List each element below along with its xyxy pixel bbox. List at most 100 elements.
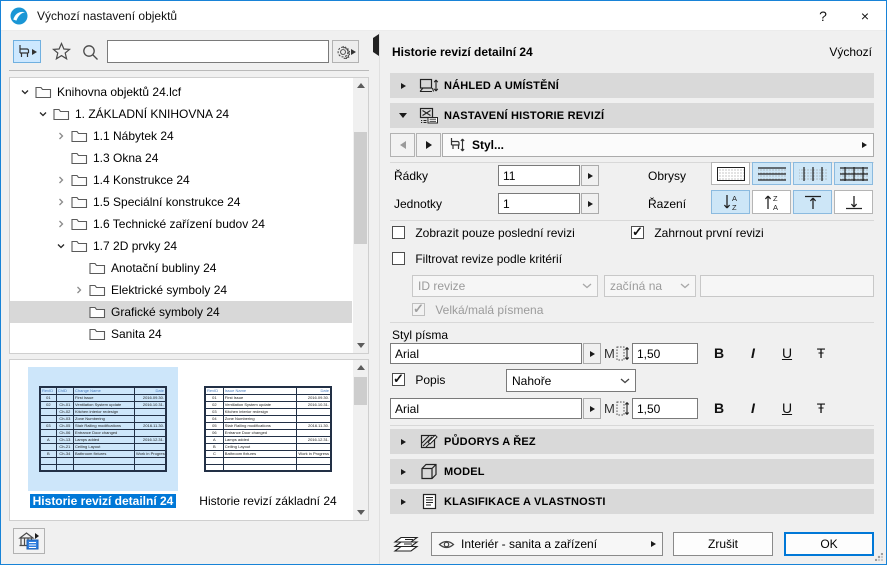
style-selector[interactable]: Styl...	[442, 133, 874, 157]
tree-item[interactable]: Sanita 24	[10, 323, 352, 345]
underline-button[interactable]: U	[775, 343, 799, 363]
outline-none-icon	[716, 166, 746, 182]
outline-vertical-toggle[interactable]	[793, 162, 832, 185]
section-label: KLASIFIKACE A VLASTNOSTI	[444, 496, 606, 508]
filter-field-dropdown[interactable]: ID revize	[412, 275, 598, 297]
tree-scrollbar[interactable]	[353, 78, 368, 353]
outline-grid-toggle[interactable]	[834, 162, 873, 185]
font-secondary-input[interactable]	[390, 398, 582, 419]
tree-item[interactable]: Anotační bubliny 24	[10, 257, 352, 279]
help-button[interactable]: ?	[802, 1, 844, 30]
filter-revisions-checkbox[interactable]	[392, 252, 405, 265]
bold-button[interactable]: B	[707, 343, 731, 363]
font-secondary-size-input[interactable]	[632, 398, 698, 419]
object-default-settings-dialog: Výchozí nastavení objektů ? × Knihovn	[0, 0, 887, 565]
preview-item[interactable]: RevIDChIDChange NameDate01First Issue201…	[28, 367, 178, 508]
sort-ascending-toggle[interactable]: A Z	[711, 190, 750, 214]
strikethrough-button[interactable]: Ŧ	[809, 343, 833, 363]
chevron-right-icon[interactable]	[54, 131, 68, 141]
tree-item[interactable]: 1. ZÁKLADNÍ KNIHOVNA 24	[10, 103, 352, 125]
folder-icon	[89, 327, 106, 341]
tree-scrollbar-thumb[interactable]	[354, 132, 367, 244]
next-style-button[interactable]	[416, 133, 441, 157]
search-input[interactable]	[107, 40, 329, 63]
sort-newest-top-toggle[interactable]	[793, 190, 832, 214]
font-primary-input[interactable]	[390, 343, 582, 364]
scroll-up-arrow[interactable]	[353, 360, 368, 375]
preview-scrollbar-thumb[interactable]	[354, 377, 367, 405]
preview-item-label[interactable]: Historie revizí detailní 24	[28, 494, 178, 508]
font-height-icon: M	[604, 345, 630, 362]
settings-gear-button[interactable]	[332, 40, 359, 63]
tree-item[interactable]: Grafické symboly 24	[10, 301, 352, 323]
favorites-button[interactable]	[50, 41, 72, 62]
tree-item[interactable]: 1.4 Konstrukce 24	[10, 169, 352, 191]
units-spinner[interactable]	[581, 193, 599, 214]
outline-vertical-icon	[798, 166, 828, 182]
rows-spinner[interactable]	[581, 165, 599, 186]
italic-button[interactable]: I	[741, 343, 765, 363]
tree-item[interactable]: 1.6 Technické zařízení budov 24	[10, 213, 352, 235]
chevron-down-icon[interactable]	[54, 241, 68, 251]
font-primary-spinner[interactable]	[583, 343, 601, 364]
chevron-down-icon[interactable]	[36, 109, 50, 119]
tree-item[interactable]: 1.5 Speciální konstrukce 24	[10, 191, 352, 213]
tree-item-label: Sanita 24	[111, 327, 162, 341]
italic-button[interactable]: I	[741, 398, 765, 418]
units-input[interactable]	[498, 193, 580, 214]
previous-style-button[interactable]	[390, 133, 415, 157]
chevron-right-icon[interactable]	[72, 285, 86, 295]
preview-thumbnail: RevIDChIDChange NameDate01First Issue201…	[28, 367, 178, 491]
section-classification[interactable]: KLASIFIKACE A VLASTNOSTI	[390, 489, 874, 514]
chevron-down-icon[interactable]	[18, 87, 32, 97]
section-plan-section[interactable]: PŮDORYS A ŘEZ	[390, 429, 874, 454]
cancel-button[interactable]: Zrušit	[673, 532, 773, 556]
ok-button[interactable]: OK	[784, 532, 874, 556]
font-primary-size-input[interactable]	[632, 343, 698, 364]
description-checkbox[interactable]	[392, 373, 405, 386]
window-title: Výchozí nastavení objektů	[37, 9, 177, 23]
filter-value-input[interactable]	[700, 275, 874, 297]
chevron-right-icon[interactable]	[54, 197, 68, 207]
description-position-dropdown[interactable]: Nahoře	[506, 369, 636, 392]
scroll-up-arrow[interactable]	[353, 78, 368, 93]
section-revision-settings[interactable]: NASTAVENÍ HISTORIE REVIZÍ	[390, 103, 874, 128]
outline-none-toggle[interactable]	[711, 162, 750, 185]
layer-selector[interactable]: Interiér - sanita a zařízení	[431, 532, 663, 556]
include-first-revision-checkbox[interactable]	[631, 226, 644, 239]
section-preview-placement[interactable]: NÁHLED A UMÍSTĚNÍ	[390, 73, 874, 98]
bold-button[interactable]: B	[707, 398, 731, 418]
preview-item[interactable]: RevIDIssue NameDate01First Issue2016.09.…	[193, 367, 343, 508]
underline-button[interactable]: U	[775, 398, 799, 418]
tree-item[interactable]: Knihovna objektů 24.lcf	[10, 81, 352, 103]
object-tool-button[interactable]	[13, 40, 41, 63]
tree-item[interactable]: 1.1 Nábytek 24	[10, 125, 352, 147]
search-button[interactable]	[80, 42, 100, 62]
preview-item-label[interactable]: Historie revizí základní 24	[193, 494, 343, 508]
tree-item[interactable]: 1.3 Okna 24	[10, 147, 352, 169]
show-last-revision-checkbox[interactable]	[392, 226, 405, 239]
close-button[interactable]: ×	[844, 1, 886, 30]
rows-input[interactable]	[498, 165, 580, 186]
section-model[interactable]: MODEL	[390, 459, 874, 484]
outlines-toggle-group	[711, 162, 875, 185]
sort-descending-toggle[interactable]: Z A	[752, 190, 791, 214]
chevron-right-icon[interactable]	[54, 219, 68, 229]
chevron-right-icon[interactable]	[54, 175, 68, 185]
tree-item[interactable]: 1.7 2D prvky 24	[10, 235, 352, 257]
classification-icon	[416, 493, 442, 510]
outline-horizontal-toggle[interactable]	[752, 162, 791, 185]
case-sensitive-checkbox[interactable]	[412, 303, 425, 316]
plan-section-icon	[416, 434, 442, 450]
filter-operator-dropdown[interactable]: začíná na	[604, 275, 696, 297]
tree-item[interactable]: Elektrické symboly 24	[10, 279, 352, 301]
sort-newest-bottom-toggle[interactable]	[834, 190, 873, 214]
strikethrough-button[interactable]: Ŧ	[809, 398, 833, 418]
preview-scrollbar[interactable]	[353, 360, 368, 520]
resize-grip[interactable]	[875, 553, 883, 561]
font-secondary-spinner[interactable]	[583, 398, 601, 419]
model-icon	[416, 463, 442, 480]
scroll-down-arrow[interactable]	[353, 505, 368, 520]
scroll-down-arrow[interactable]	[353, 338, 368, 353]
classification-manager-button[interactable]	[13, 528, 45, 554]
